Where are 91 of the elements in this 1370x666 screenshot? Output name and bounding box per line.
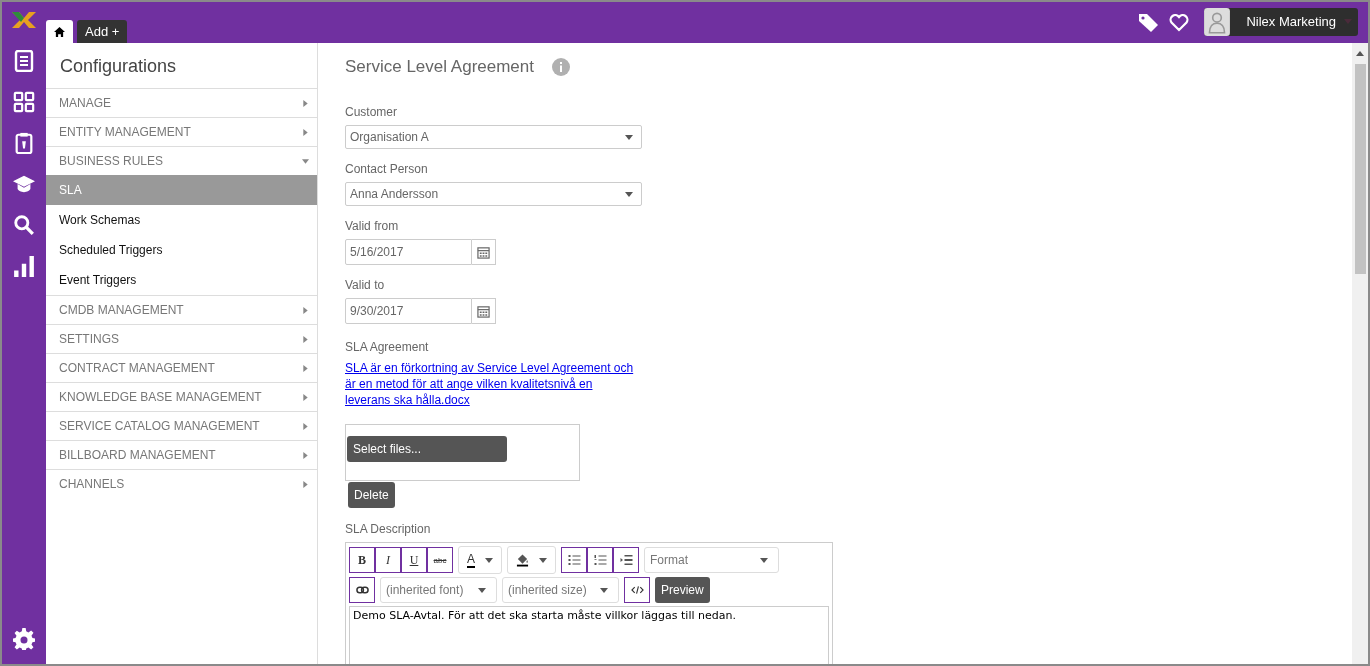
sidebar-section[interactable]: MANAGE [46, 88, 317, 117]
font-size-dropdown[interactable]: (inherited size) [502, 577, 619, 603]
code-view-button[interactable] [624, 577, 650, 603]
editor-text: Demo SLA-Avtal. För att det ska starta måste villkor läggas till nedan. [353, 609, 736, 622]
document-icon[interactable] [13, 50, 35, 72]
sidebar-section[interactable]: CMDB MANAGEMENT [46, 295, 317, 324]
sidebar-item[interactable]: Work Schemas [46, 205, 317, 235]
bullet-list-icon [567, 555, 581, 565]
user-name: Nilex Marketing [1245, 14, 1336, 29]
caret-icon [625, 134, 633, 140]
settings-icon[interactable] [13, 628, 35, 650]
caret-icon [760, 557, 768, 563]
sidebar-item[interactable]: Scheduled Triggers [46, 235, 317, 265]
numbered-list-icon [593, 555, 607, 565]
font-color-picker[interactable]: A [458, 546, 502, 574]
indent-button[interactable] [613, 547, 639, 573]
sidebar-section[interactable]: ENTITY MANAGEMENT [46, 117, 317, 146]
field-label: Customer [345, 105, 398, 119]
caret-icon [302, 364, 309, 372]
field-label: Valid from [345, 219, 400, 233]
caret-icon [485, 557, 493, 563]
link-button[interactable] [349, 577, 375, 603]
sidebar-title: Configurations [59, 55, 178, 78]
avatar-icon [1204, 7, 1231, 36]
code-icon [630, 585, 644, 595]
format-button[interactable]: I [375, 547, 401, 573]
page-title: Service Level Agreement [345, 57, 534, 77]
calendar-icon [477, 304, 490, 318]
file-drop-zone[interactable]: Select files... [345, 424, 580, 481]
caret-icon [302, 157, 309, 165]
indent-icon [619, 555, 633, 565]
field-label: Valid to [345, 278, 386, 292]
preview-button[interactable]: Preview [655, 577, 710, 603]
scrollbar[interactable] [1352, 43, 1368, 664]
sidebar-section[interactable]: CHANNELS [46, 469, 317, 498]
field-label: SLA Agreement [345, 340, 430, 354]
heart-icon[interactable] [1169, 13, 1190, 32]
sidebar-section[interactable]: CONTRACT MANAGEMENT [46, 353, 317, 382]
graduation-cap-icon[interactable] [13, 173, 35, 195]
caret-icon [302, 422, 309, 430]
attachment-link[interactable]: SLA är en förkortning av Service Level Agreement och är en metod för att ange vilken kvalitetsnivå en leverans ska hålla.docx [345, 360, 640, 408]
calendar-button[interactable] [472, 298, 496, 324]
caret-icon [302, 480, 309, 488]
date-input-field[interactable]: 5/16/2017 [345, 239, 472, 265]
link-icon [355, 585, 369, 595]
caret-icon [302, 335, 309, 343]
grid-icon[interactable] [13, 91, 35, 113]
caret-icon [302, 99, 309, 107]
format-dropdown[interactable]: Format [644, 547, 779, 573]
sidebar-section[interactable]: SERVICE CATALOG MANAGEMENT [46, 411, 317, 440]
caret-icon [302, 393, 309, 401]
caret-icon [302, 451, 309, 459]
paint-bucket-icon[interactable] [516, 553, 529, 567]
user-menu[interactable]: Nilex Marketing [1204, 7, 1358, 36]
calendar-button[interactable] [472, 239, 496, 265]
caret-icon [302, 128, 309, 136]
add-tab[interactable]: Add + [77, 20, 128, 43]
home-tab[interactable] [46, 20, 73, 43]
bar-chart-icon[interactable] [13, 255, 35, 277]
tag-icon[interactable] [1139, 13, 1160, 32]
select-field[interactable]: Anna Andersson [345, 182, 642, 206]
sidebar-section[interactable]: SETTINGS [46, 324, 317, 353]
select-field[interactable]: Organisation A [345, 125, 642, 149]
caret-icon [539, 557, 547, 563]
caret-icon [600, 587, 608, 593]
sidebar-item[interactable]: Event Triggers [46, 265, 317, 295]
delete-button[interactable]: Delete [348, 482, 395, 508]
font-family-dropdown[interactable]: (inherited font) [380, 577, 497, 603]
select-files-button[interactable]: Select files... [347, 436, 507, 462]
numbered-list-button[interactable] [587, 547, 613, 573]
caret-icon [1344, 19, 1352, 24]
field-label: SLA Description [345, 522, 432, 536]
field-label: Contact Person [345, 162, 429, 176]
scrollbar-thumb[interactable] [1354, 64, 1366, 274]
editor-text-area[interactable]: Demo SLA-Avtal. För att det ska starta måste villkor läggas till nedan. [349, 606, 829, 664]
sidebar-section[interactable]: KNOWLEDGE BASE MANAGEMENT [46, 382, 317, 411]
clipboard-icon[interactable] [13, 132, 35, 154]
format-button[interactable]: abc [427, 547, 453, 573]
search-icon[interactable] [13, 214, 35, 236]
calendar-icon [477, 245, 490, 259]
caret-icon [302, 306, 309, 314]
caret-icon [478, 587, 486, 593]
caret-icon [625, 191, 633, 197]
logo-icon [12, 12, 36, 28]
bullet-list-button[interactable] [561, 547, 587, 573]
format-button[interactable]: B [349, 547, 375, 573]
scroll-up-icon [1356, 51, 1364, 56]
sidebar-section[interactable]: BILLBOARD MANAGEMENT [46, 440, 317, 469]
home-icon [54, 26, 65, 37]
format-button[interactable]: U [401, 547, 427, 573]
date-input-field[interactable]: 9/30/2017 [345, 298, 472, 324]
